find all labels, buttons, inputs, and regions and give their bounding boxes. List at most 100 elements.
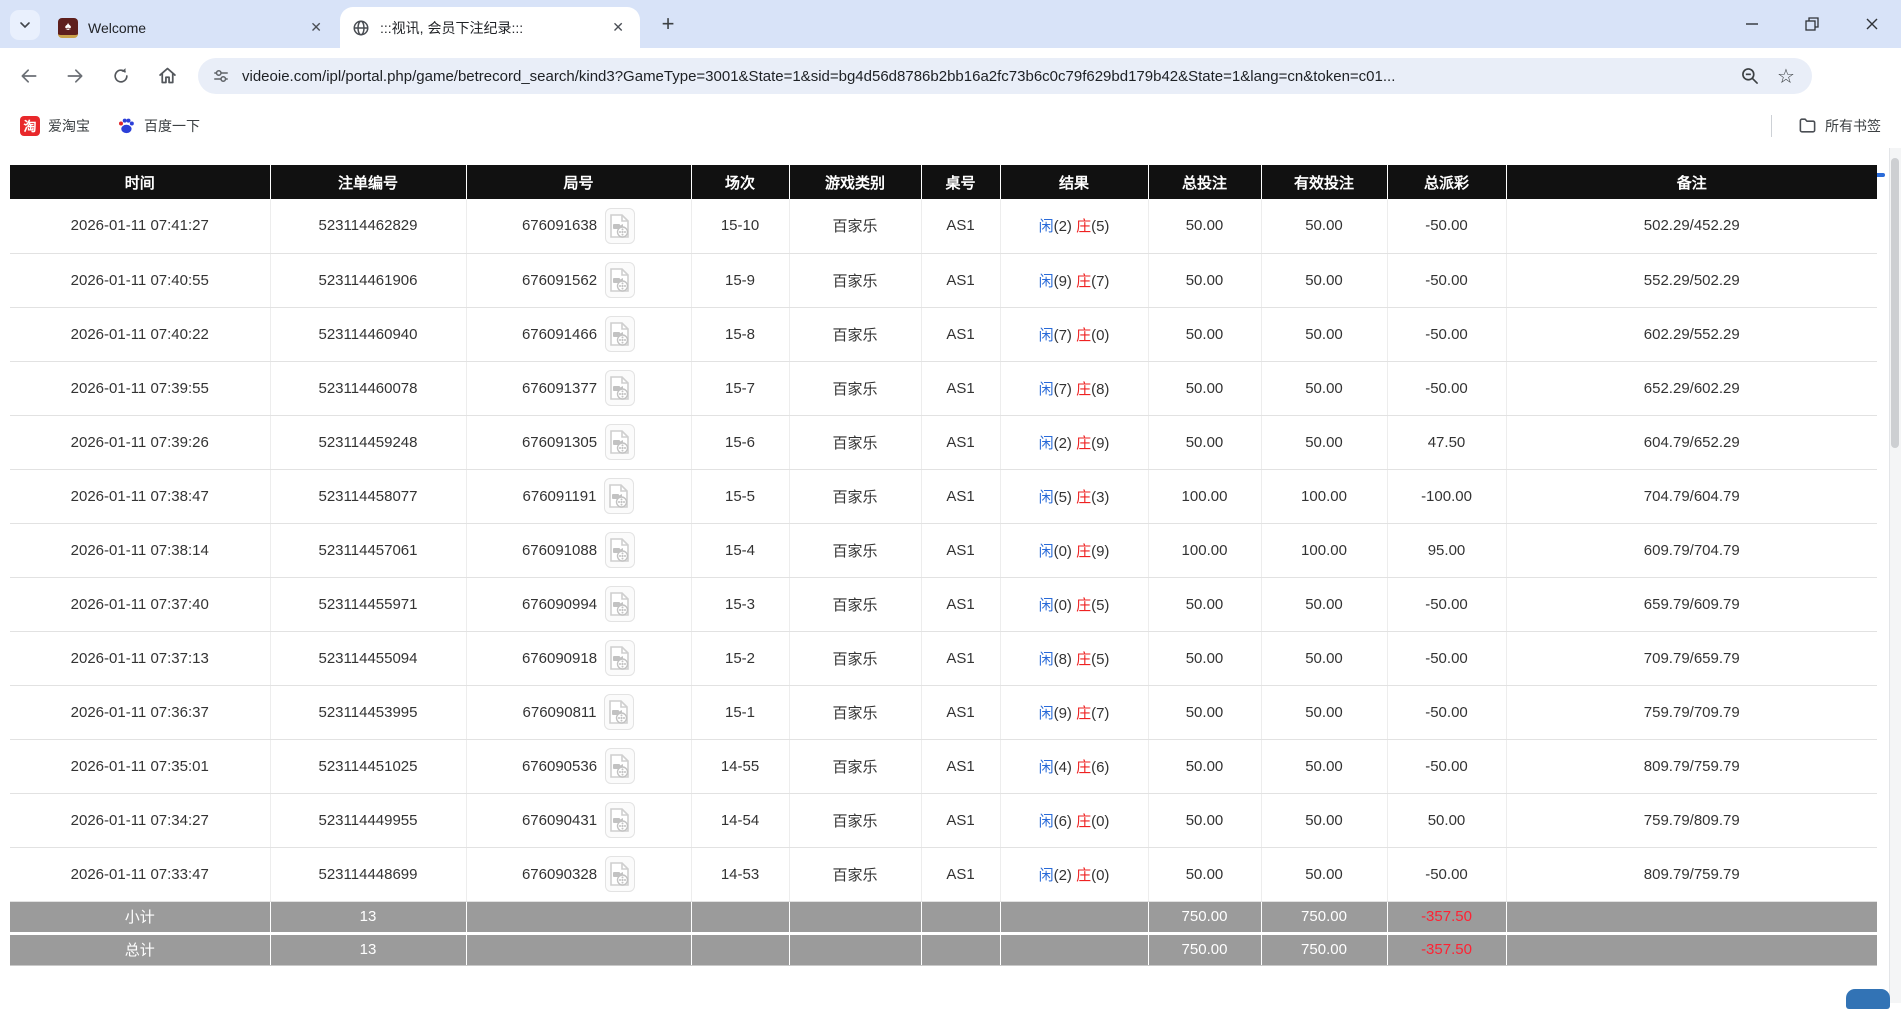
cell-session: 15-6 (691, 415, 789, 469)
cell-total-bet: 50.00 (1148, 739, 1261, 793)
home-button[interactable] (150, 59, 184, 93)
close-window-button[interactable] (1859, 11, 1885, 37)
forward-button[interactable] (58, 59, 92, 93)
column-header: 游戏类别 (789, 165, 921, 199)
cell-order-no: 523114462829 (270, 199, 466, 253)
cell-payout: 50.00 (1387, 793, 1506, 847)
round-no-text: 676091638 (522, 217, 597, 234)
cell-time: 2026-01-11 07:38:47 (10, 469, 270, 523)
tab-welcome[interactable]: ♠ Welcome ✕ (46, 7, 338, 48)
result-player-score: (2) (1054, 867, 1077, 884)
table-row: 2026-01-11 07:38:14523114457061676091088… (10, 523, 1877, 577)
result-banker-score: (5) (1091, 651, 1109, 668)
cell-result: 闲(6) 庄(0) (1000, 793, 1148, 847)
cell-time: 2026-01-11 07:39:26 (10, 415, 270, 469)
cell-result: 闲(7) 庄(0) (1000, 307, 1148, 361)
result-banker-label: 庄 (1076, 381, 1091, 398)
cell-session: 15-5 (691, 469, 789, 523)
round-no-wrap: 676091305 (522, 424, 635, 460)
video-replay-button[interactable] (604, 478, 634, 514)
tab-title: Welcome (88, 20, 296, 36)
all-bookmarks-button[interactable]: 所有书签 (1792, 112, 1887, 140)
result-banker-score: (5) (1091, 218, 1109, 235)
reload-button[interactable] (104, 59, 138, 93)
column-header: 有效投注 (1261, 165, 1387, 199)
video-replay-icon (609, 429, 631, 455)
cell-valid-bet: 50.00 (1261, 793, 1387, 847)
result-banker-label: 庄 (1076, 867, 1091, 884)
result-player-label: 闲 (1039, 218, 1054, 235)
video-replay-button[interactable] (605, 262, 635, 298)
video-replay-button[interactable] (605, 208, 635, 244)
cell-game-type: 百家乐 (789, 361, 921, 415)
table-row: 2026-01-11 07:39:55523114460078676091377… (10, 361, 1877, 415)
globe-icon (352, 19, 370, 37)
bookmark-taobao[interactable]: 淘 爱淘宝 (14, 112, 96, 140)
video-replay-button[interactable] (605, 316, 635, 352)
round-no-wrap: 676091377 (522, 370, 635, 406)
chevron-down-icon (19, 19, 31, 31)
cell-total-bet: 50.00 (1148, 847, 1261, 901)
url-text[interactable]: videoie.com/ipl/portal.php/game/betrecor… (242, 68, 1726, 85)
cell-total-bet: 50.00 (1148, 415, 1261, 469)
result-player-score: (4) (1054, 759, 1077, 776)
column-header: 注单编号 (270, 165, 466, 199)
bookmark-star-button[interactable]: ☆ (1774, 64, 1798, 88)
cell-note: 652.29/602.29 (1506, 361, 1877, 415)
restore-button[interactable] (1799, 11, 1825, 37)
result-player-label: 闲 (1039, 381, 1054, 398)
video-replay-button[interactable] (605, 856, 635, 892)
cell-order-no: 523114455971 (270, 577, 466, 631)
tab-close-icon[interactable]: ✕ (608, 17, 628, 38)
browser-toolbar: videoie.com/ipl/portal.php/game/betrecor… (0, 48, 1901, 103)
cell-table-no: AS1 (921, 739, 1000, 793)
video-replay-button[interactable] (605, 424, 635, 460)
cell-result: 闲(2) 庄(9) (1000, 415, 1148, 469)
bookmark-baidu[interactable]: 百度一下 (110, 112, 206, 140)
video-replay-button[interactable] (605, 586, 635, 622)
table-row: 2026-01-11 07:40:22523114460940676091466… (10, 307, 1877, 361)
result-player-label: 闲 (1039, 597, 1054, 614)
site-settings-icon[interactable] (212, 67, 230, 85)
scrollbar-thumb[interactable] (1891, 158, 1899, 448)
column-header: 总投注 (1148, 165, 1261, 199)
round-no-wrap: 676091088 (522, 532, 635, 568)
video-replay-button[interactable] (605, 802, 635, 838)
result-player-score: (5) (1054, 489, 1077, 506)
cell-payout: 47.50 (1387, 415, 1506, 469)
round-no-text: 676090918 (522, 650, 597, 667)
round-no-wrap: 676090811 (523, 694, 635, 730)
cell-total-bet: 50.00 (1148, 199, 1261, 253)
cell-order-no: 523114461906 (270, 253, 466, 307)
cell-time: 2026-01-11 07:40:55 (10, 253, 270, 307)
video-replay-button[interactable] (605, 640, 635, 676)
cell-game-type: 百家乐 (789, 685, 921, 739)
round-no-text: 676091088 (522, 542, 597, 559)
back-to-top-button[interactable] (1846, 989, 1890, 1009)
video-replay-button[interactable] (605, 532, 635, 568)
cell-time: 2026-01-11 07:39:55 (10, 361, 270, 415)
cell-result: 闲(8) 庄(5) (1000, 631, 1148, 685)
video-replay-button[interactable] (604, 694, 634, 730)
tab-bet-record[interactable]: :::视讯, 会员下注纪录::: ✕ (340, 7, 640, 48)
cell-note: 809.79/759.79 (1506, 847, 1877, 901)
result-player-score: (9) (1054, 273, 1077, 290)
new-tab-button[interactable]: + (655, 12, 681, 38)
star-icon: ☆ (1777, 64, 1795, 89)
zoom-indicator-button[interactable] (1738, 64, 1762, 88)
cell-round-no: 676091088 (466, 523, 691, 577)
result-banker-label: 庄 (1076, 651, 1091, 668)
video-replay-button[interactable] (605, 748, 635, 784)
url-omnibox[interactable]: videoie.com/ipl/portal.php/game/betrecor… (198, 58, 1812, 94)
tab-search-button[interactable] (10, 10, 40, 40)
minimize-button[interactable] (1739, 11, 1765, 37)
video-replay-icon (609, 375, 631, 401)
round-no-wrap: 676090994 (522, 586, 635, 622)
cell-note: 659.79/609.79 (1506, 577, 1877, 631)
video-replay-button[interactable] (605, 370, 635, 406)
tab-close-icon[interactable]: ✕ (306, 17, 326, 38)
table-body: 2026-01-11 07:41:27523114462829676091638… (10, 199, 1877, 901)
result-banker-label: 庄 (1076, 813, 1091, 830)
back-button[interactable] (12, 59, 46, 93)
result-player-label: 闲 (1039, 705, 1054, 722)
